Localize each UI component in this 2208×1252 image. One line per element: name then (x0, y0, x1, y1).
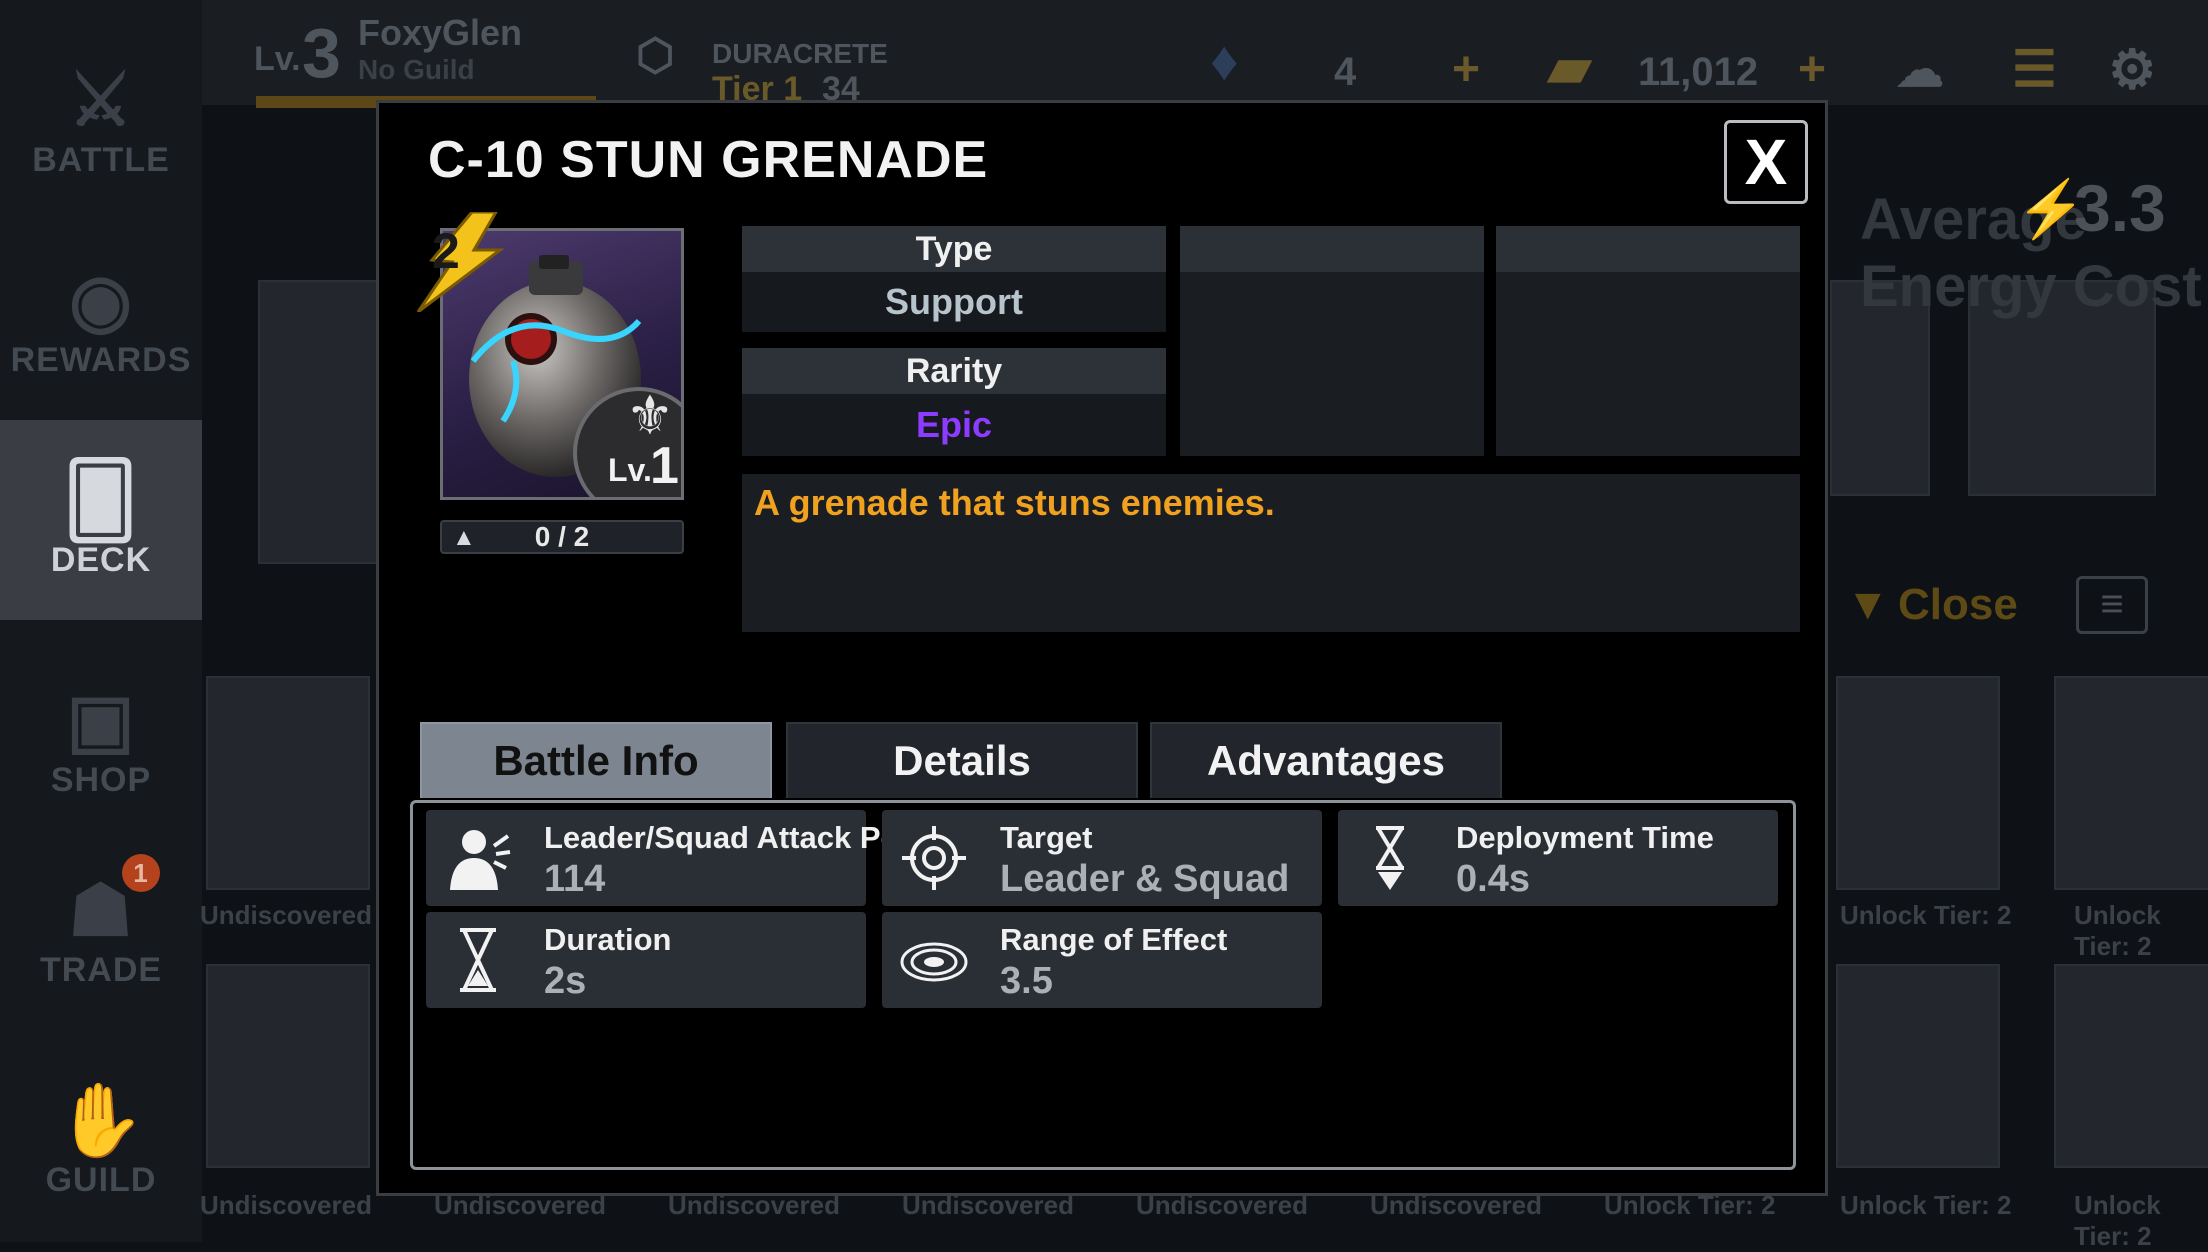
sidebar-item-rewards[interactable]: ◉ REWARDS (0, 220, 202, 420)
credits-icon: ▰ (1548, 35, 1592, 98)
trooper-attack-icon (450, 830, 511, 890)
stat-deployment-time: Deployment Time 0.4s (1338, 810, 1778, 906)
stat-value: 3.5 (1000, 960, 1053, 1002)
collection-card (2054, 964, 2208, 1168)
stat-label: Deployment Time (1456, 820, 1714, 855)
crate-icon: ▣ (66, 680, 136, 761)
notification-badge: 1 (122, 854, 160, 892)
collection-card (1836, 964, 2000, 1168)
collection-card (1836, 676, 2000, 890)
card-level-prefix: Lv. (608, 452, 652, 488)
stat-value: 2s (544, 960, 587, 1002)
sidebar-item-deck[interactable]: 🂠 DECK (0, 420, 202, 620)
player-name[interactable]: FoxyGlen (358, 12, 522, 54)
stat-value: Leader & Squad (1000, 858, 1290, 900)
add-credits-button[interactable]: + (1798, 42, 1826, 97)
rewards-icon: ◉ (69, 260, 133, 341)
stat-value: 114 (544, 858, 606, 900)
unlock-tier-label: Unlock Tier: 2 (1840, 900, 2012, 930)
credits-count: 11,012 (1638, 50, 1759, 94)
deck-card (258, 280, 382, 564)
average-energy-value: 3.3 (2074, 171, 2166, 245)
cards-icon: 🂠 (63, 460, 139, 541)
progress-text: 0 / 2 (534, 521, 590, 552)
rarity-value: Epic (742, 394, 1166, 456)
tab-battle-info[interactable]: Battle Info (420, 722, 772, 798)
missions-icon[interactable]: ☰ (2012, 40, 2057, 98)
menu-icon[interactable]: ≡ (2076, 576, 2148, 634)
tab-advantages[interactable]: Advantages (1150, 722, 1502, 798)
stat-value: 0.4s (1456, 858, 1530, 900)
player-level: 3 (302, 14, 341, 92)
card-description: A grenade that stuns enemies. (742, 474, 1800, 632)
crystal-count: 4 (1334, 50, 1357, 94)
info-column-empty (1496, 226, 1800, 456)
collection-card (2054, 676, 2208, 890)
player-guild: No Guild (358, 54, 475, 85)
type-value: Support (742, 272, 1166, 332)
upgrade-arrow-icon: ▲ (452, 524, 476, 551)
arena-name: DURACRETE (712, 38, 888, 69)
add-crystals-button[interactable]: + (1452, 42, 1480, 97)
collapse-arrow-icon: ▼ (1846, 580, 1890, 629)
collection-card (206, 676, 370, 890)
close-collection-button[interactable]: Close (1898, 580, 2018, 630)
sidebar-item-label: DECK (50, 540, 152, 579)
card-upgrade-progress: ▲ 0 / 2 (440, 520, 684, 554)
type-label: Type (742, 226, 1166, 272)
unlock-tier-label: Unlock Tier: 2 (2074, 1190, 2161, 1251)
mask-icon[interactable]: ☁ (1896, 42, 1944, 98)
info-column-empty (1180, 226, 1484, 456)
sidebar-item-label: GUILD (45, 1160, 157, 1199)
gear-icon[interactable]: ⚙ (2108, 38, 2156, 101)
sidebar-item-battle[interactable]: ⚔ BATTLE (0, 20, 202, 220)
hourglass-icon (460, 928, 496, 992)
sidebar-item-label: REWARDS (10, 340, 192, 379)
crossed-sabers-icon: ⚔ (68, 60, 134, 141)
stat-label: Range of Effect (1000, 922, 1228, 957)
sidebar-item-shop[interactable]: ▣ SHOP (0, 640, 202, 840)
undiscovered-label: Undiscovered (200, 1190, 372, 1220)
sidebar-item-label: BATTLE (32, 140, 170, 179)
stat-attack-power: Leader/Squad Attack Power 114 (426, 810, 953, 906)
close-button[interactable]: X (1724, 120, 1808, 204)
sidebar-item-trade[interactable]: ☗ TRADE 1 (0, 830, 202, 1030)
card-title: C-10 STUN GRENADE (428, 131, 989, 189)
stat-label: Target (1000, 820, 1093, 855)
sidebar-item-label: TRADE (39, 950, 163, 989)
energy-cost: 2 (432, 223, 460, 279)
sidebar: ⚔ BATTLE ◉ REWARDS 🂠 DECK ▣ SHOP ☗ TRADE… (0, 0, 202, 1242)
sidebar-item-label: SHOP (50, 760, 152, 799)
undiscovered-label: Undiscovered (200, 900, 372, 930)
collection-card (206, 964, 370, 1168)
stat-range-of-effect: Range of Effect 3.5 (882, 912, 1322, 1008)
rebel-emblem-icon: ⚜ (625, 386, 675, 446)
crosshair-icon (902, 826, 966, 890)
deploy-hourglass-icon (1376, 826, 1404, 890)
unlock-tier-label: Unlock Tier: 2 (2074, 900, 2161, 961)
card-level: 1 (650, 437, 679, 495)
stat-duration: Duration 2s (426, 912, 866, 1008)
crystal-icon: ♦ (1210, 29, 1239, 92)
radius-icon (900, 942, 968, 982)
tab-details[interactable]: Details (786, 722, 1138, 798)
handshake-icon: ✋ (55, 1080, 147, 1161)
arena-icon: ⬡ (636, 31, 675, 80)
player-level-prefix: Lv. (254, 40, 301, 78)
stat-target: Target Leader & Squad (882, 810, 1322, 906)
unlock-tier-label: Unlock Tier: 2 (1840, 1190, 2012, 1220)
rarity-label: Rarity (742, 348, 1166, 394)
sidebar-item-guild[interactable]: ✋ GUILD (0, 1040, 202, 1240)
stat-label: Duration (544, 922, 672, 957)
